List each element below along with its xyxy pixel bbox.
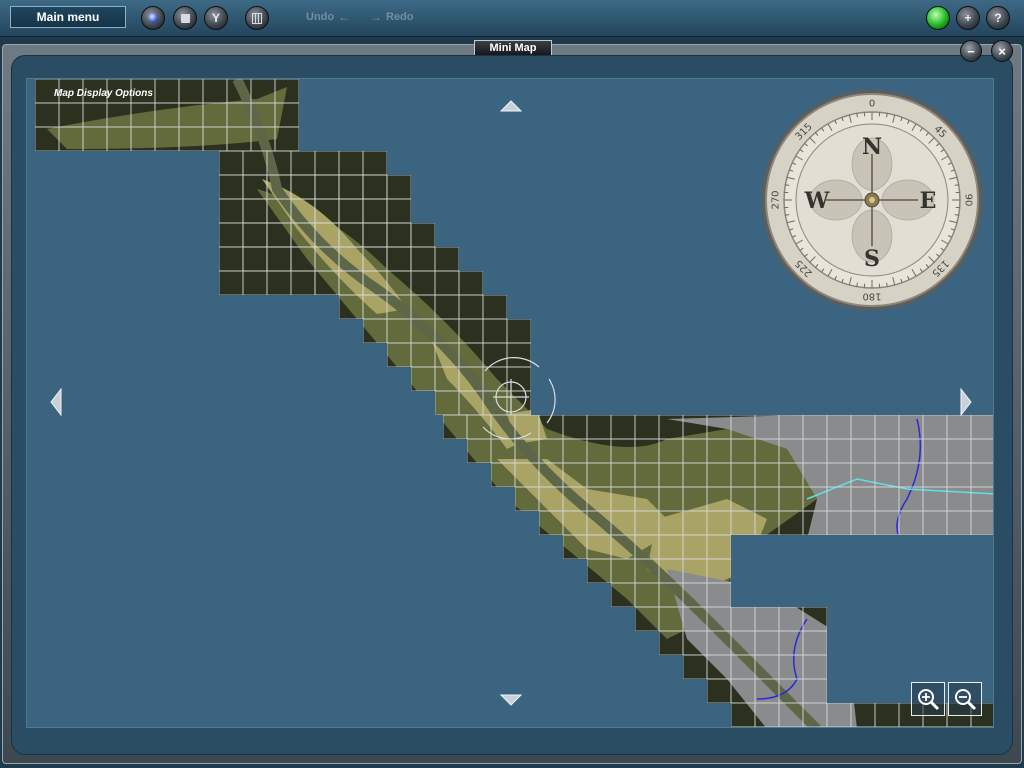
map-tile[interactable] (850, 726, 876, 728)
compass-tick (785, 214, 790, 216)
pan-right-arrow-icon[interactable] (960, 388, 972, 416)
map-tile[interactable] (970, 726, 994, 728)
compass-north: N (862, 134, 882, 160)
zoom-out-icon (955, 689, 977, 711)
map-tile[interactable] (754, 726, 780, 728)
globe-icon (148, 13, 158, 23)
map-tile[interactable] (874, 726, 900, 728)
redo-arrow-icon: → (370, 10, 382, 24)
grid-button[interactable] (245, 6, 269, 30)
undo-arrow-icon: ← (338, 10, 351, 24)
compass-south: S (864, 246, 880, 272)
redo-button[interactable]: → Redo (370, 10, 414, 24)
compass-tick (954, 214, 959, 216)
compass-degree-label: 0 (869, 99, 875, 110)
grid-icon (252, 12, 262, 24)
pan-left-arrow-icon[interactable] (50, 388, 62, 416)
map-tile[interactable] (922, 726, 948, 728)
zoom-in-icon (918, 689, 940, 711)
top-toolbar: Main menu Y Undo ← → Redo + ? (0, 0, 1024, 37)
add-button[interactable]: + (956, 6, 980, 30)
compass-east: E (920, 188, 937, 214)
map-tile[interactable] (802, 726, 828, 728)
compass-tick (886, 113, 888, 118)
compass: N E S W 04590135180225270315 (762, 90, 982, 310)
map-tile[interactable] (730, 726, 756, 728)
undo-button[interactable]: Undo ← (306, 10, 350, 24)
window-title: Mini Map (474, 40, 552, 55)
help-button[interactable]: ? (986, 6, 1010, 30)
main-menu-button[interactable]: Main menu (10, 6, 126, 28)
compass-tick (785, 184, 790, 186)
minimize-button[interactable]: − (960, 40, 982, 62)
pan-down-arrow-icon[interactable] (500, 694, 522, 706)
zoom-in-button[interactable] (911, 682, 945, 716)
filter-icon: Y (211, 11, 220, 25)
map-display-options-link[interactable]: Map Display Options (54, 88, 153, 99)
close-button[interactable]: × (991, 40, 1013, 62)
redo-label: Redo (386, 11, 414, 23)
zoom-out-button[interactable] (948, 682, 982, 716)
map-tile[interactable] (826, 726, 852, 728)
compass-degree-label: 90 (963, 194, 974, 207)
compass-tick (954, 184, 959, 186)
map-tile[interactable] (778, 726, 804, 728)
map-tile[interactable] (898, 726, 924, 728)
compass-tick (856, 282, 858, 287)
close-icon: × (998, 43, 1006, 59)
compass-tick (856, 113, 858, 118)
help-icon: ? (994, 11, 1002, 25)
undo-label: Undo (306, 11, 335, 23)
compass-tick (886, 282, 888, 287)
compass-west: W (804, 188, 830, 214)
status-light-button[interactable] (926, 6, 950, 30)
compass-degree-label: 180 (862, 291, 881, 302)
add-icon: + (964, 11, 972, 25)
globe-button[interactable] (141, 6, 165, 30)
compass-degree-label: 270 (771, 190, 782, 209)
pan-up-arrow-icon[interactable] (500, 100, 522, 112)
minimize-icon: − (967, 43, 975, 59)
stop-icon (180, 13, 190, 23)
stop-button[interactable] (173, 6, 197, 30)
filter-button[interactable]: Y (204, 6, 228, 30)
map-tile[interactable] (946, 726, 972, 728)
